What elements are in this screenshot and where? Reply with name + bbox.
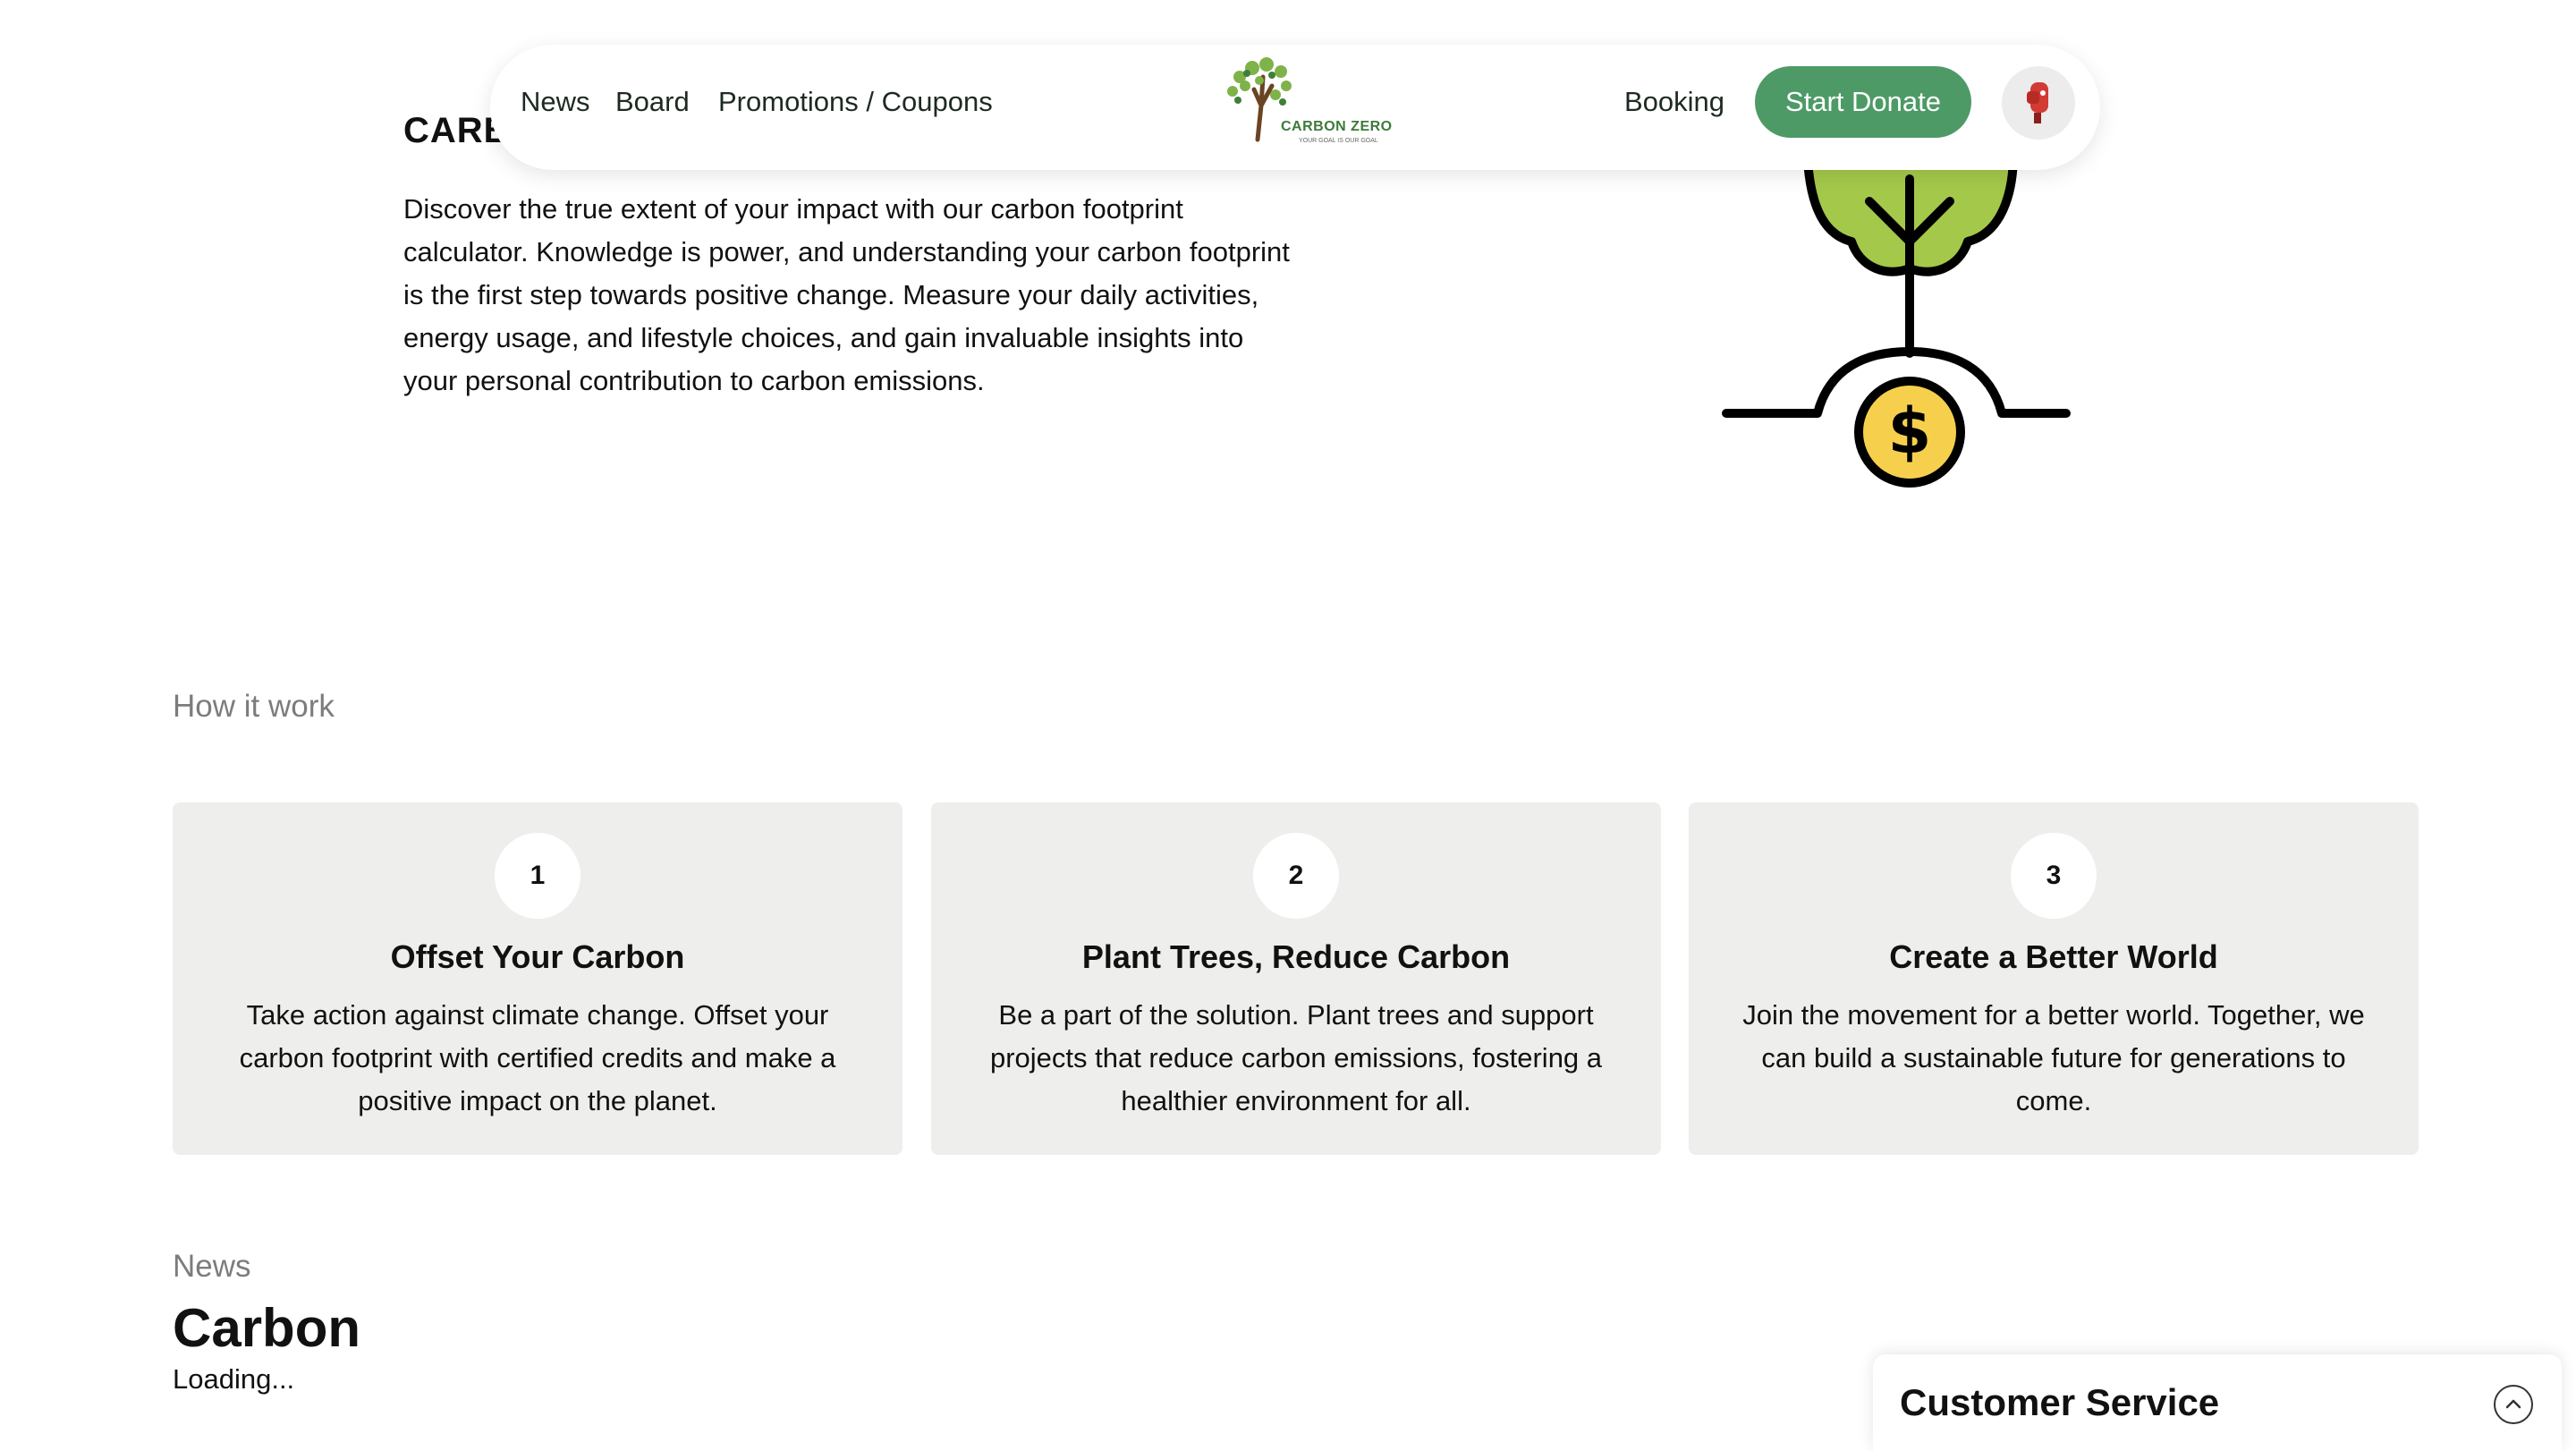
carbon-zero-logo-icon[interactable]	[1204, 50, 1401, 150]
news-heading: Carbon	[173, 1298, 360, 1358]
logo-subtext: YOUR GOAL IS OUR GOAL	[1299, 138, 1378, 144]
step-number: 1	[495, 833, 580, 919]
news-loading-status: Loading...	[173, 1363, 295, 1395]
step-card: 2 Plant Trees, Reduce Carbon Be a part o…	[931, 802, 1661, 1155]
step-title: Plant Trees, Reduce Carbon	[1081, 938, 1511, 975]
customer-service-title: Customer Service	[1900, 1381, 2220, 1423]
nav-link-booking[interactable]: Booking	[1624, 86, 1724, 118]
step-number: 3	[2011, 833, 2097, 919]
svg-text:$: $	[1888, 395, 1932, 468]
step-text: Be a part of the solution. Plant trees a…	[989, 999, 1603, 1116]
nav-link-board[interactable]: Board	[615, 86, 690, 118]
step-text: Take action against climate change. Offs…	[239, 999, 836, 1116]
news-label: News	[173, 1249, 251, 1284]
step-title: Offset Your Carbon	[390, 938, 685, 975]
customer-service-panel[interactable]: Customer Service	[1873, 1354, 2562, 1451]
step-text: Join the movement for a better world. To…	[1742, 999, 2365, 1116]
how-it-works-label: How it work	[173, 689, 335, 724]
hero-description: Discover the true extent of your impact …	[403, 193, 1290, 396]
start-donate-button[interactable]: Start Donate	[1755, 66, 1971, 138]
step-number: 2	[1253, 833, 1339, 919]
step-title: Create a Better World	[1889, 938, 2218, 975]
logo-text: CARBON ZERO	[1281, 119, 1393, 134]
nav-link-promotions[interactable]: Promotions / Coupons	[718, 86, 993, 118]
page: CARBO Discover the true extent of your i…	[0, 0, 2576, 1451]
tree-coin-icon: $	[1722, 134, 2071, 488]
nav-link-news[interactable]: News	[521, 86, 590, 118]
chevron-up-icon[interactable]	[2494, 1385, 2533, 1424]
step-card: 3 Create a Better World Join the movemen…	[1689, 802, 2419, 1155]
user-avatar-icon[interactable]	[2002, 66, 2075, 140]
step-card: 1 Offset Your Carbon Take action against…	[173, 802, 902, 1155]
